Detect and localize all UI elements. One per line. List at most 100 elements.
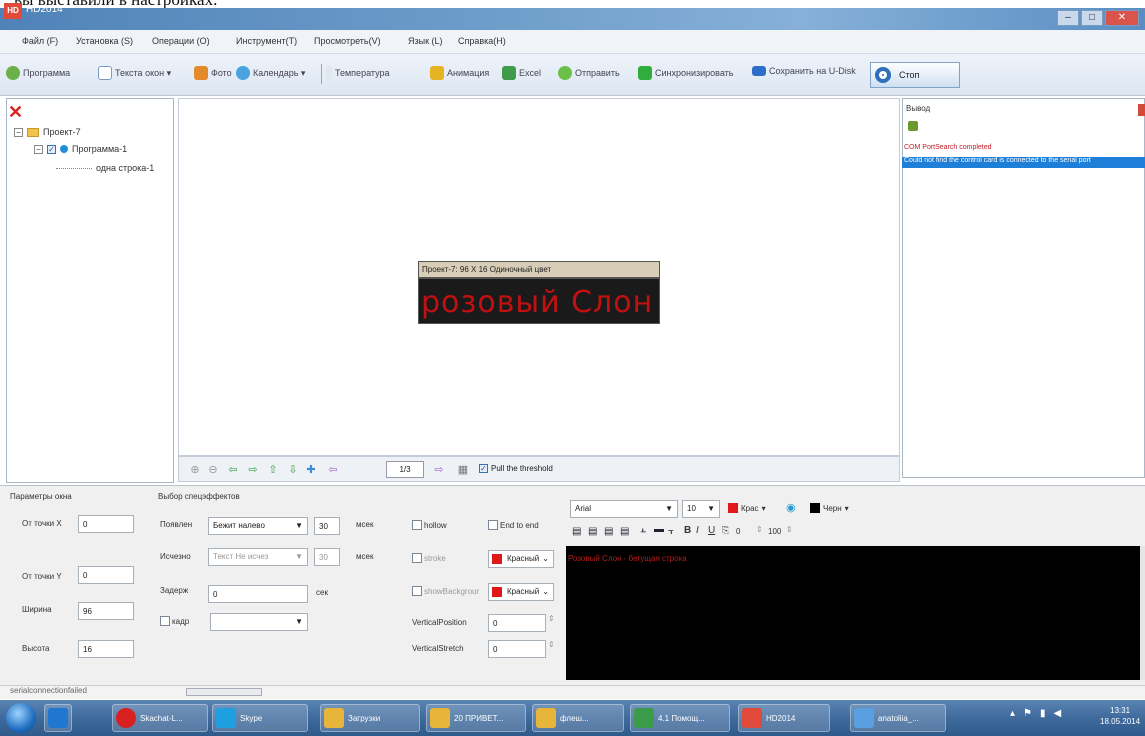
task-folder-privet[interactable]: 20 ПРИВЕТ...	[426, 704, 526, 732]
tree-item-line[interactable]: одна строка-1	[56, 163, 154, 173]
align-left-icon[interactable]: ▤	[572, 526, 581, 537]
text-color-select[interactable]: Крас ▾	[728, 503, 766, 513]
end-to-end-checkbox[interactable]	[488, 520, 498, 530]
task-skype[interactable]: Skype	[212, 704, 308, 732]
text-clear-icon[interactable]: ⎘	[722, 525, 729, 536]
stroke-color-select[interactable]: Красный ⌄	[488, 550, 554, 568]
menu-settings[interactable]: Установка (S)	[76, 36, 133, 46]
collapse-icon[interactable]: −	[14, 127, 23, 137]
task-hd2014[interactable]: HD2014	[738, 704, 830, 732]
align-center-icon[interactable]: ▤	[588, 526, 597, 537]
disappear-select[interactable]: Текст Не исчез ▼	[208, 548, 308, 566]
background-color-format-select[interactable]: Черн ▾	[810, 503, 849, 513]
menu-help[interactable]: Справка(H)	[458, 36, 506, 46]
excel-button[interactable]: Excel	[502, 66, 541, 80]
task-folder-flash[interactable]: флеш...	[532, 704, 624, 732]
maximize-button[interactable]: □	[1081, 10, 1103, 26]
bold-button[interactable]: B	[684, 525, 691, 536]
tree-project[interactable]: − Проект-7	[14, 127, 81, 137]
arrow-up-icon[interactable]: ⇧	[265, 462, 281, 478]
valign-bottom-icon[interactable]: ⫟	[668, 526, 674, 537]
output-close-icon[interactable]	[1138, 104, 1145, 116]
next-page-icon[interactable]: ⇨	[431, 462, 447, 478]
send-button[interactable]: Отправить	[558, 66, 620, 80]
sync-button[interactable]: Синхронизировать	[638, 66, 733, 80]
stroke-checkbox[interactable]	[412, 553, 422, 563]
zoom-in-icon[interactable]: ⊕	[187, 462, 203, 478]
disappear-speed-input[interactable]: 30	[314, 548, 340, 566]
close-button[interactable]: ✕	[1105, 10, 1139, 26]
appear-select[interactable]: Бежит налево ▼	[208, 517, 308, 535]
menu-view[interactable]: Просмотреть(V)	[314, 36, 381, 46]
zoom-value[interactable]: 100	[768, 527, 781, 536]
tree-program[interactable]: − ✓ Программа-1	[34, 144, 127, 154]
align-justify-icon[interactable]: ▤	[620, 526, 629, 537]
minimize-button[interactable]: –	[1057, 10, 1079, 26]
threshold-toggle[interactable]: ✓ Pull the threshold	[479, 464, 553, 473]
temperature-button[interactable]: Температура	[326, 66, 390, 80]
italic-button[interactable]: I	[696, 525, 699, 536]
vertical-position-input[interactable]: 0	[488, 614, 546, 632]
threshold-checkbox[interactable]: ✓	[479, 464, 488, 473]
program-checkbox[interactable]: ✓	[47, 144, 56, 154]
valign-middle-icon[interactable]: ▬	[654, 524, 664, 535]
frame-select[interactable]: ▼	[210, 613, 308, 631]
task-app-icon[interactable]	[44, 704, 72, 732]
grid-icon[interactable]: ▦	[455, 462, 471, 478]
background-color-select[interactable]: Красный ⌄	[488, 583, 554, 601]
y-input[interactable]: 0	[78, 566, 134, 584]
task-help[interactable]: 4.1 Помощ...	[630, 704, 730, 732]
frame-checkbox[interactable]	[160, 616, 170, 626]
animation-button[interactable]: Анимация	[430, 66, 489, 80]
clock-button[interactable]: Календарь ▾	[236, 66, 305, 80]
output-line-selected[interactable]: Could not find the control card is conne…	[902, 157, 1145, 168]
vertical-stretch-spinner[interactable]: ⇕	[548, 640, 555, 649]
underline-button[interactable]: U	[708, 525, 715, 536]
network-icon[interactable]: ▮	[1040, 708, 1046, 719]
show-hidden-icon[interactable]: ▴	[1010, 708, 1015, 719]
task-opera[interactable]: Skachat-L...	[112, 704, 208, 732]
close-icon[interactable]: ✕	[8, 102, 23, 123]
menu-language[interactable]: Язык (L)	[408, 36, 443, 46]
photo-button[interactable]: Фото	[194, 66, 232, 80]
font-size-select[interactable]: 10 ▼	[682, 500, 720, 518]
collapse-icon[interactable]: −	[34, 144, 43, 154]
task-paint[interactable]: anatoliia_...	[850, 704, 946, 732]
volume-icon[interactable]: ◀	[1054, 708, 1062, 719]
palette-icon[interactable]: ◉	[786, 501, 796, 514]
arrow-down-icon[interactable]: ⇩	[285, 462, 301, 478]
menu-operations[interactable]: Операции (O)	[152, 36, 210, 46]
menu-file[interactable]: Файл (F)	[22, 36, 58, 46]
vertical-stretch-input[interactable]: 0	[488, 640, 546, 658]
zoom-out-icon[interactable]: ⊖	[205, 462, 221, 478]
align-right-icon[interactable]: ▤	[604, 526, 613, 537]
task-downloads[interactable]: Загрузки	[320, 704, 420, 732]
start-button[interactable]	[6, 703, 36, 733]
x-input[interactable]: 0	[78, 515, 134, 533]
valign-top-icon[interactable]: ⫠	[640, 524, 646, 535]
page-indicator[interactable]: 1/3	[386, 461, 424, 478]
arrow-right-icon[interactable]: ⇨	[245, 462, 261, 478]
vertical-position-spinner[interactable]: ⇕	[548, 614, 555, 623]
char-spacing-value[interactable]: 0	[736, 527, 740, 536]
show-background-checkbox[interactable]	[412, 586, 422, 596]
menu-tools[interactable]: Инструмент(T)	[236, 36, 297, 46]
text-area-button[interactable]: Текста окон ▾	[98, 66, 171, 80]
text-editor[interactable]: Розовый Слон - бегущая строка	[566, 546, 1140, 680]
appear-speed-input[interactable]: 30	[314, 517, 340, 535]
delay-input[interactable]: 0	[208, 585, 308, 603]
clear-output-icon[interactable]	[908, 121, 918, 131]
taskbar-clock[interactable]: 13:31 18.05.2014	[1100, 705, 1140, 727]
width-input[interactable]: 96	[78, 602, 134, 620]
arrow-left-icon[interactable]: ⇦	[225, 462, 241, 478]
led-window[interactable]: розовый Слон - бе	[418, 278, 660, 324]
save-udisk-button[interactable]: Сохранить на U-Disk	[752, 66, 856, 76]
move-icon[interactable]: ✚	[303, 462, 319, 478]
editor-scrollbar[interactable]	[1140, 546, 1145, 680]
led-window-header[interactable]: Проект-7: 96 X 16 Одиночный цвет	[418, 261, 660, 278]
zoom-spinner[interactable]: ⇕	[786, 525, 793, 534]
hollow-checkbox[interactable]	[412, 520, 422, 530]
program-button[interactable]: Программа	[6, 66, 70, 80]
flag-icon[interactable]: ⚑	[1023, 708, 1032, 719]
stop-button[interactable]: Стоп	[870, 62, 960, 88]
